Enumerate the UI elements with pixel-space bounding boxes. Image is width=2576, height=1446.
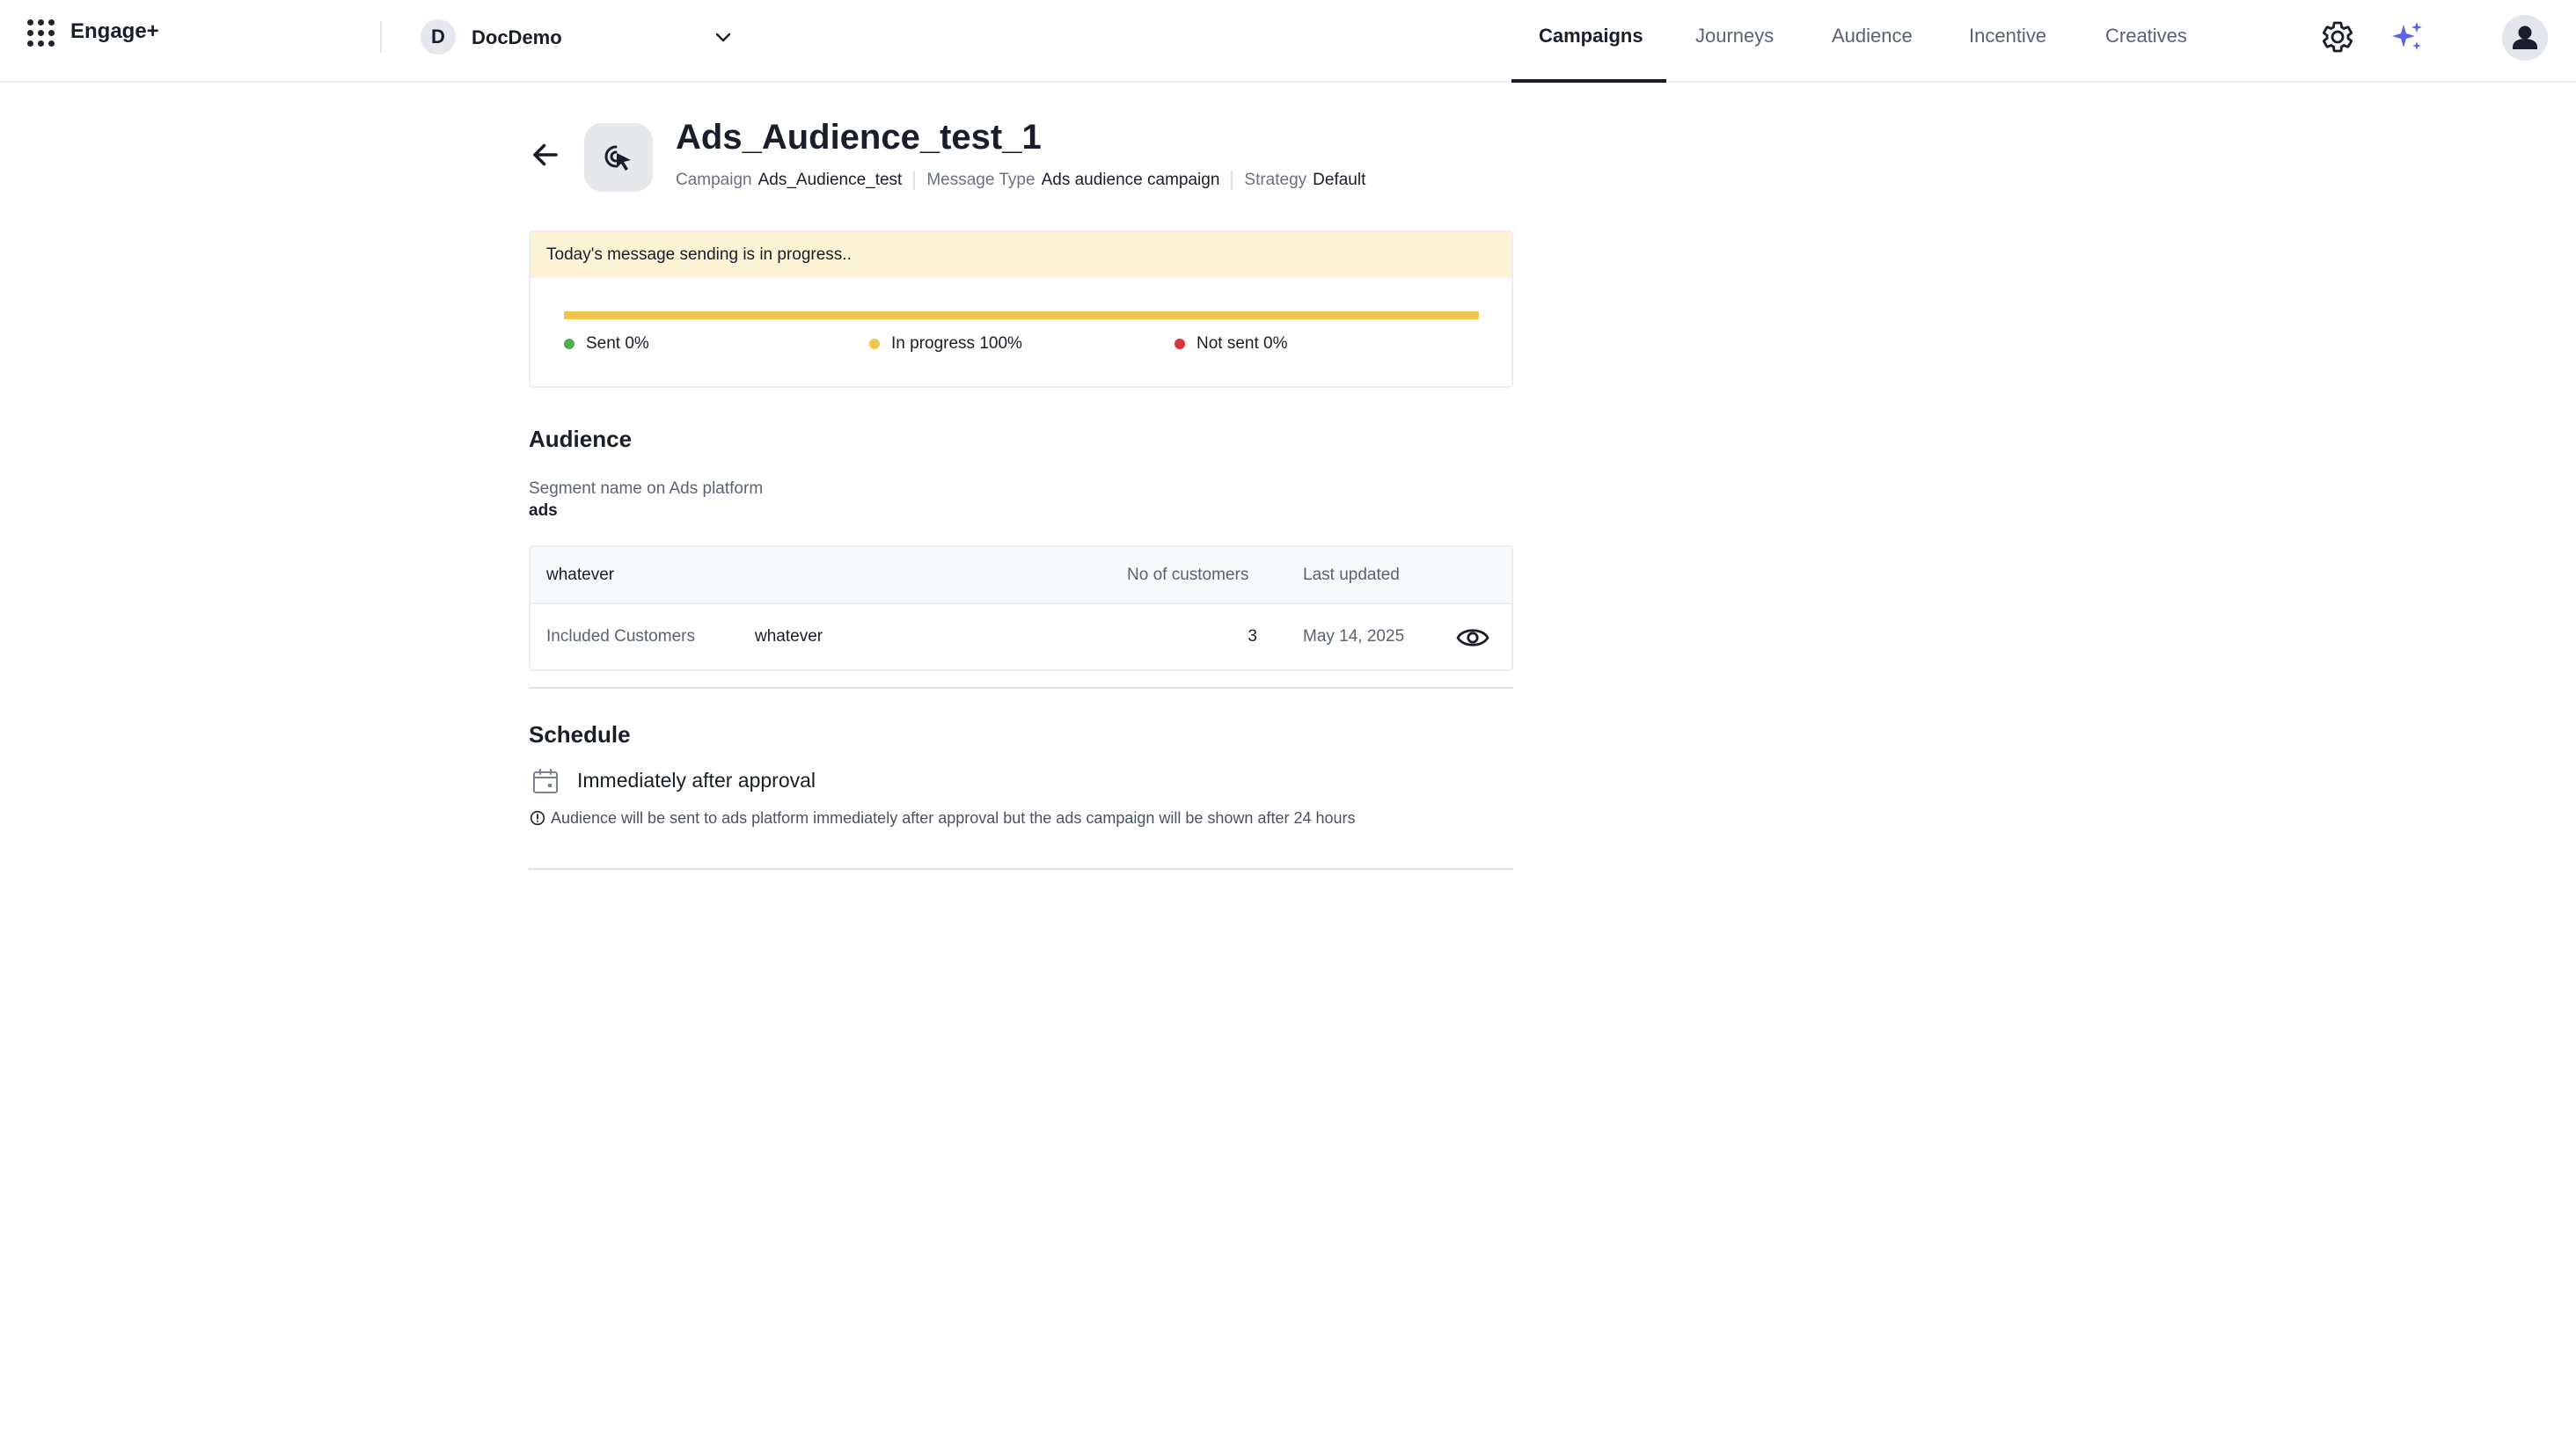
tab-journeys[interactable]: Journeys xyxy=(1695,25,1774,47)
status-dot xyxy=(1175,339,1185,349)
sparkle-icon[interactable] xyxy=(2389,19,2425,55)
header-customers: No of customers xyxy=(1127,566,1249,584)
workspace-name[interactable]: DocDemo xyxy=(472,26,562,49)
header-last-updated: Last updated xyxy=(1303,566,1400,584)
calendar-icon xyxy=(533,769,558,793)
row-name: whatever xyxy=(755,627,823,646)
schedule-section-title: Schedule xyxy=(529,721,631,748)
page-title: Ads_Audience_test_1 xyxy=(676,118,1042,157)
tab-creatives[interactable]: Creatives xyxy=(2105,25,2187,47)
workspace-avatar[interactable]: D xyxy=(421,19,456,55)
active-tab-indicator xyxy=(1511,79,1666,83)
audience-table: whatever No of customers Last updated In… xyxy=(529,545,1513,671)
user-icon xyxy=(2513,26,2537,49)
section-divider xyxy=(529,868,1513,870)
progress-bar xyxy=(564,311,1479,319)
legend-in-progress: In progress 100% xyxy=(869,334,1022,354)
progress-banner: Today's message sending is in progress.. xyxy=(531,232,1511,278)
meta-campaign-value: Ads_Audience_test xyxy=(757,171,903,189)
back-arrow-icon[interactable] xyxy=(530,139,561,171)
info-icon xyxy=(530,810,545,826)
tab-campaigns[interactable]: Campaigns xyxy=(1539,25,1643,47)
row-count: 3 xyxy=(1248,627,1257,646)
schedule-value: Immediately after approval xyxy=(577,769,816,792)
header-segment: whatever xyxy=(546,566,615,584)
meta-divider xyxy=(913,171,916,190)
user-avatar[interactable] xyxy=(2502,15,2548,61)
audience-section-title: Audience xyxy=(529,426,633,452)
tab-incentive[interactable]: Incentive xyxy=(1969,25,2046,47)
campaign-meta: Campaign Ads_Audience_test Message Type … xyxy=(676,171,1365,190)
gear-icon[interactable] xyxy=(2320,19,2355,55)
status-dot xyxy=(869,339,880,349)
legend-sent-label: Sent 0% xyxy=(586,334,649,353)
meta-message-type-value: Ads audience campaign xyxy=(1041,171,1220,189)
meta-strategy-value: Default xyxy=(1313,171,1366,189)
legend-not-sent: Not sent 0% xyxy=(1175,334,1288,354)
sending-progress-card: Today's message sending is in progress..… xyxy=(529,230,1513,388)
meta-message-type-label: Message Type xyxy=(926,171,1036,189)
segment-name-value: ads xyxy=(529,501,558,520)
meta-strategy-label: Strategy xyxy=(1244,171,1307,189)
table-header: whatever No of customers Last updated xyxy=(531,547,1511,604)
legend-not-sent-label: Not sent 0% xyxy=(1197,334,1288,353)
row-last-updated: May 14, 2025 xyxy=(1303,627,1405,646)
eye-icon[interactable] xyxy=(1456,624,1489,651)
header-divider xyxy=(380,21,382,53)
legend-in-progress-label: In progress 100% xyxy=(891,334,1022,353)
segment-name-label: Segment name on Ads platform xyxy=(529,479,764,498)
schedule-note: Audience will be sent to ads platform im… xyxy=(551,809,1356,827)
row-type: Included Customers xyxy=(546,627,695,646)
brand-logo-text: Engage+ xyxy=(70,19,159,43)
tab-audience[interactable]: Audience xyxy=(1832,25,1913,47)
section-divider xyxy=(529,687,1513,689)
meta-campaign-label: Campaign xyxy=(676,171,752,189)
chevron-down-icon[interactable] xyxy=(713,26,734,47)
meta-divider xyxy=(1231,171,1233,190)
campaign-type-badge xyxy=(584,123,653,192)
progress-bar-fill xyxy=(564,311,1479,319)
cursor-click-icon xyxy=(604,145,631,171)
apps-grid-icon[interactable] xyxy=(27,19,55,47)
status-dot xyxy=(564,339,574,349)
legend-sent: Sent 0% xyxy=(564,334,649,354)
top-navigation-bar: Engage+ D DocDemo Campaigns Journeys Aud… xyxy=(0,0,2576,83)
